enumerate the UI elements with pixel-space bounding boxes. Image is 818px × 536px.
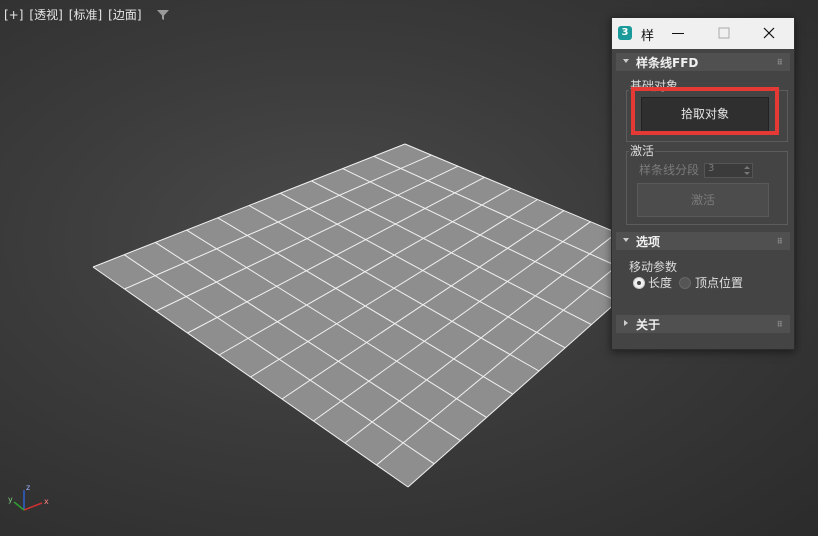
filter-icon[interactable] (156, 8, 170, 22)
radio-vertex-position-label[interactable]: 顶点位置 (695, 274, 743, 291)
dialog-title: 样 (641, 29, 655, 44)
radio-vertex-position[interactable] (679, 277, 691, 289)
viewport-labels: [+] [透视] [标准] [边面] (4, 6, 170, 23)
app-logo-icon: 3 (618, 26, 632, 40)
rollout-grip-icon: ⠿ (776, 58, 783, 67)
rollout-options[interactable]: 选项 ⠿ (616, 232, 790, 250)
spline-segments-value: 3 (708, 163, 715, 174)
axis-label-z: z (26, 483, 30, 492)
axis-label-x: x (44, 497, 49, 506)
rollout-collapsed-icon (624, 320, 628, 326)
group-label-base-object: 基础对象 (629, 77, 680, 94)
rollout-title: 样条线FFD (636, 56, 699, 70)
close-button[interactable] (750, 18, 790, 49)
pick-object-button[interactable]: 拾取对象 (641, 97, 769, 132)
viewport-label-plus[interactable]: [+] (4, 8, 23, 22)
minimize-button[interactable] (658, 18, 698, 49)
viewport-label-standard[interactable]: [标准] (69, 6, 102, 23)
rollout-about[interactable]: 关于 ⠿ (616, 315, 790, 333)
viewport-label-edged-faces[interactable]: [边面] (108, 6, 141, 23)
axis-label-y: y (8, 495, 13, 504)
dialog-titlebar[interactable]: 3 样 (612, 18, 794, 49)
close-icon (763, 27, 775, 39)
minimize-icon (672, 33, 684, 34)
rollout-expanded-icon (623, 59, 629, 63)
rollout-title: 选项 (636, 235, 661, 249)
move-params-label: 移动参数 (629, 260, 678, 274)
spline-segments-label: 样条线分段 (639, 163, 700, 177)
rollout-grip-icon: ⠿ (776, 237, 783, 246)
activate-button[interactable]: 激活 (637, 183, 769, 217)
axis-tripod-icon: z x y (8, 483, 49, 511)
viewport-label-perspective[interactable]: [透视] (29, 6, 62, 23)
radio-length[interactable] (633, 277, 645, 289)
maximize-icon (718, 27, 730, 39)
maximize-button[interactable] (704, 18, 744, 49)
rollout-expanded-icon (623, 238, 629, 242)
group-label-activate: 激活 (629, 142, 656, 159)
radio-length-label[interactable]: 长度 (648, 274, 672, 291)
spline-segments-spinner[interactable]: 3 (704, 163, 753, 178)
rollout-title: 关于 (636, 318, 661, 332)
rollout-grip-icon: ⠿ (776, 320, 783, 329)
spinner-arrows-icon[interactable] (744, 164, 750, 177)
spline-ffd-dialog: 3 样 样条线FFD ⠿ 基础对象 激活 样条线分段 3 激活 选项 ⠿ 移动参… (611, 17, 795, 350)
rollout-spline-ffd[interactable]: 样条线FFD ⠿ (616, 53, 790, 71)
